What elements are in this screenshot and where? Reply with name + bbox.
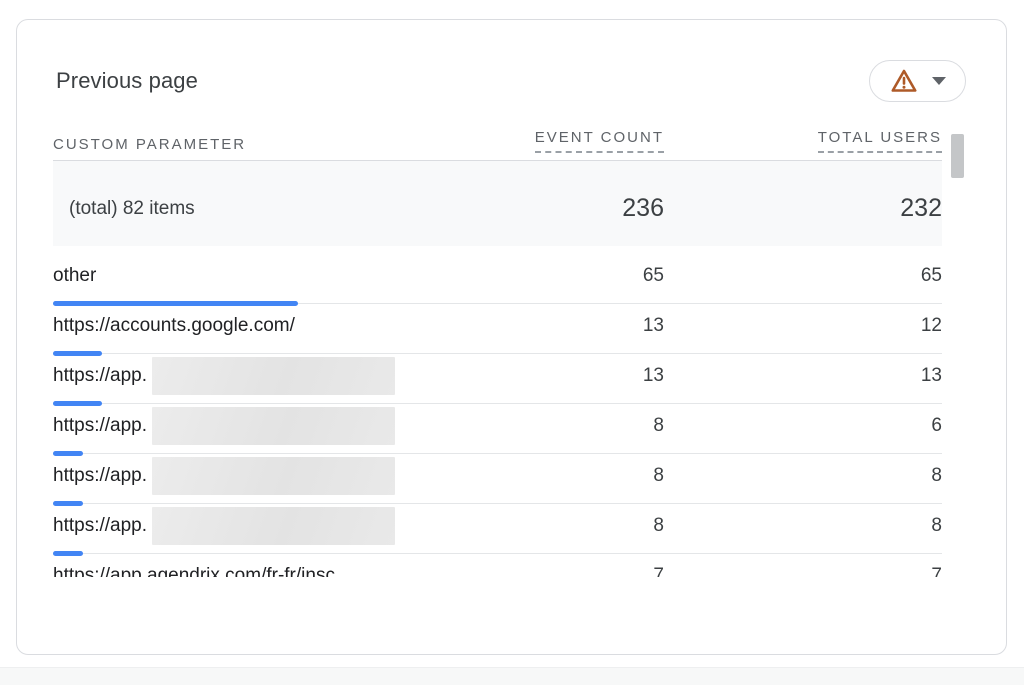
card-header: Previous page [17, 20, 1006, 102]
table-row: https://accounts.google.com/ 13 12 [53, 304, 942, 354]
parameter-value: https://accounts.google.com/ [53, 315, 295, 337]
total-users-value: 65 [664, 265, 942, 287]
total-users-value: 8 [664, 465, 942, 487]
parameter-value: other [53, 265, 96, 287]
table-row: https://app. 8 8 [53, 454, 942, 504]
event-count-value: 8 [464, 415, 664, 437]
event-count-value: 8 [464, 515, 664, 537]
totals-row: (total) 82 items 236 232 [53, 161, 942, 246]
column-header-event-count[interactable]: EVENT COUNT [464, 129, 664, 153]
totals-total-users: 232 [664, 194, 942, 223]
parameter-value: https://app. [53, 515, 147, 537]
parameter-value: https://app.agendrix.com/fr-fr/insc [53, 565, 335, 578]
table-row: https://app. 13 13 [53, 354, 942, 404]
chevron-down-icon [932, 77, 946, 85]
vertical-scrollbar-thumb[interactable] [951, 134, 964, 178]
redacted-text-box [152, 457, 395, 495]
column-header-total-users[interactable]: TOTAL USERS [664, 129, 942, 153]
parameter-value: https://app. [53, 415, 147, 437]
custom-parameter-table: CUSTOM PARAMETER EVENT COUNT TOTAL USERS… [53, 128, 942, 577]
totals-event-count: 236 [464, 194, 664, 223]
total-users-value: 7 [664, 565, 942, 578]
event-count-value: 13 [464, 365, 664, 387]
warning-dropdown-button[interactable] [869, 60, 966, 102]
redacted-text-box [152, 507, 395, 545]
table-row: other 65 65 [53, 254, 942, 304]
total-users-value: 13 [664, 365, 942, 387]
parameter-value: https://app. [53, 365, 147, 387]
table-row: https://app. 8 8 [53, 504, 942, 554]
page: Previous page CUSTOM PARAMETER EVENT COU… [0, 0, 1024, 685]
table-header-row: CUSTOM PARAMETER EVENT COUNT TOTAL USERS [53, 128, 942, 161]
warning-triangle-icon [890, 68, 918, 94]
totals-label: (total) 82 items [69, 198, 464, 220]
event-count-value: 8 [464, 465, 664, 487]
table-row: https://app. 8 6 [53, 404, 942, 454]
table-row-clipped: https://app.agendrix.com/fr-fr/insc 7 7 [53, 554, 942, 577]
page-title: Previous page [56, 68, 198, 94]
table-rows-viewport: other 65 65 https://accounts.google.com/… [53, 254, 942, 577]
column-header-custom-parameter: CUSTOM PARAMETER [53, 136, 464, 153]
total-users-value: 6 [664, 415, 942, 437]
redacted-text-box [152, 357, 395, 395]
page-bottom-strip [0, 667, 1024, 685]
redacted-text-box [152, 407, 395, 445]
total-users-value: 8 [664, 515, 942, 537]
parameter-value: https://app. [53, 465, 147, 487]
event-count-value: 13 [464, 315, 664, 337]
event-count-value: 7 [464, 565, 664, 578]
event-count-value: 65 [464, 265, 664, 287]
previous-page-card: Previous page CUSTOM PARAMETER EVENT COU… [16, 19, 1007, 655]
total-users-value: 12 [664, 315, 942, 337]
